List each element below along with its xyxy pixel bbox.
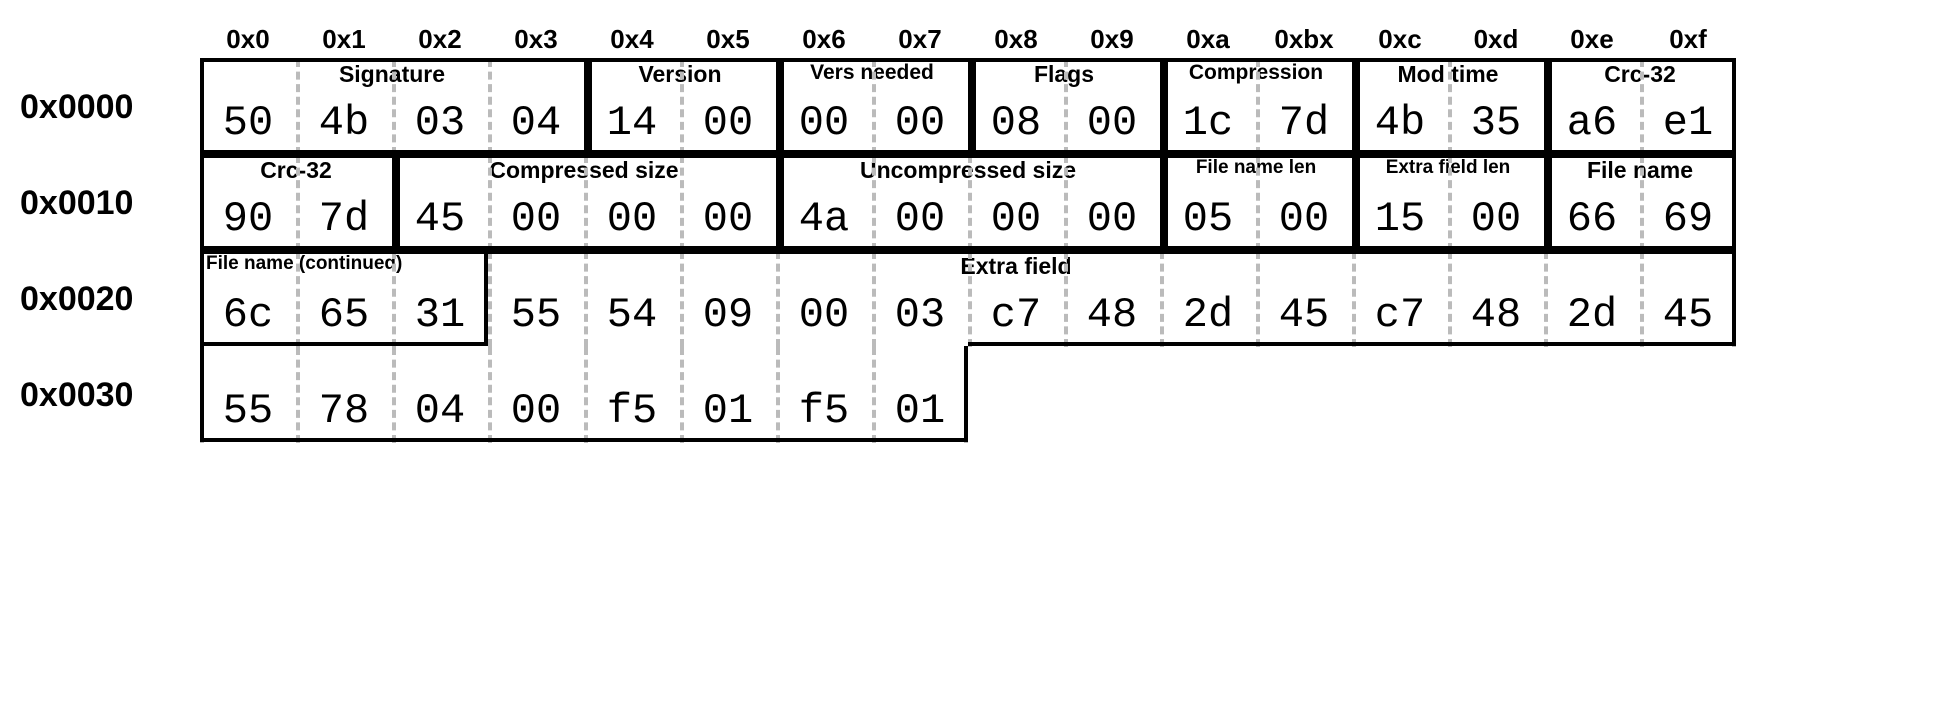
hex-byte: 55 (200, 347, 296, 443)
column-headers: 0x00x10x20x30x40x50x60x70x80x90xa0xbx0xc… (200, 20, 1914, 59)
hex-dump-diagram: 0x00x10x20x30x40x50x60x70x80x90xa0xbx0xc… (20, 20, 1914, 443)
hex-row-2: 0x0020File name (continued)Extra field6c… (20, 251, 1914, 347)
hex-byte: 00 (872, 59, 968, 155)
hex-byte: f5 (776, 347, 872, 443)
col-header-2: 0x2 (392, 20, 488, 59)
hex-byte: 4b (296, 59, 392, 155)
col-header-3: 0x3 (488, 20, 584, 59)
hex-byte: e1 (1640, 59, 1736, 155)
hex-byte: 50 (200, 59, 296, 155)
hex-byte: 00 (1064, 155, 1160, 251)
hex-byte: 01 (872, 347, 968, 443)
hex-byte: 09 (680, 251, 776, 347)
hex-byte: 55 (488, 251, 584, 347)
col-header-5: 0x5 (680, 20, 776, 59)
hex-byte: 00 (680, 59, 776, 155)
hex-byte: 54 (584, 251, 680, 347)
hex-byte: c7 (1352, 251, 1448, 347)
hex-byte: f5 (584, 347, 680, 443)
hex-byte: 14 (584, 59, 680, 155)
hex-byte: 35 (1448, 59, 1544, 155)
row-offset-label: 0x0010 (20, 155, 200, 251)
hex-byte: 31 (392, 251, 488, 347)
hex-byte: 48 (1064, 251, 1160, 347)
hex-byte: 7d (1256, 59, 1352, 155)
hex-byte: 45 (392, 155, 488, 251)
hex-byte: 00 (776, 251, 872, 347)
col-header-9: 0x9 (1064, 20, 1160, 59)
hex-byte: 03 (392, 59, 488, 155)
col-header-7: 0x7 (872, 20, 968, 59)
cells-container: Crc-32Compressed sizeUncompressed sizeFi… (200, 155, 1736, 251)
col-header-8: 0x8 (968, 20, 1064, 59)
col-header-4: 0x4 (584, 20, 680, 59)
hex-byte: 03 (872, 251, 968, 347)
col-header-11: 0xbx (1256, 20, 1352, 59)
hex-byte: 00 (776, 59, 872, 155)
col-header-0: 0x0 (200, 20, 296, 59)
hex-byte: 1c (1160, 59, 1256, 155)
col-header-12: 0xc (1352, 20, 1448, 59)
hex-byte: 00 (680, 155, 776, 251)
row-offset-label: 0x0030 (20, 347, 200, 443)
hex-byte: 00 (968, 155, 1064, 251)
hex-byte: 00 (584, 155, 680, 251)
hex-byte: 45 (1640, 251, 1736, 347)
col-header-1: 0x1 (296, 20, 392, 59)
hex-byte: 90 (200, 155, 296, 251)
hex-byte: 04 (392, 347, 488, 443)
hex-byte: 78 (296, 347, 392, 443)
hex-byte: c7 (968, 251, 1064, 347)
hex-byte: 45 (1256, 251, 1352, 347)
hex-byte: 65 (296, 251, 392, 347)
hex-byte: 2d (1160, 251, 1256, 347)
hex-byte: 48 (1448, 251, 1544, 347)
hex-byte: 7d (296, 155, 392, 251)
hex-byte: 04 (488, 59, 584, 155)
col-header-10: 0xa (1160, 20, 1256, 59)
hex-byte: 2d (1544, 251, 1640, 347)
hex-byte: 00 (1448, 155, 1544, 251)
cells-container: File name (continued)Extra field6c653155… (200, 251, 1736, 347)
col-header-15: 0xf (1640, 20, 1736, 59)
hex-byte: 69 (1640, 155, 1736, 251)
hex-byte: 66 (1544, 155, 1640, 251)
hex-byte: 4b (1352, 59, 1448, 155)
hex-byte: 00 (872, 155, 968, 251)
col-header-13: 0xd (1448, 20, 1544, 59)
hex-byte: 01 (680, 347, 776, 443)
cells-container: SignatureVersionVers neededFlagsCompress… (200, 59, 1736, 155)
hex-byte: 00 (1256, 155, 1352, 251)
row-offset-label: 0x0020 (20, 251, 200, 347)
hex-row-0: 0x0000SignatureVersionVers neededFlagsCo… (20, 59, 1914, 155)
hex-row-3: 0x003055780400f501f501 (20, 347, 1914, 443)
hex-byte: 00 (488, 155, 584, 251)
hex-byte: 6c (200, 251, 296, 347)
hex-byte: 4a (776, 155, 872, 251)
col-header-14: 0xe (1544, 20, 1640, 59)
hex-byte: a6 (1544, 59, 1640, 155)
hex-byte: 15 (1352, 155, 1448, 251)
hex-byte: 05 (1160, 155, 1256, 251)
hex-byte: 08 (968, 59, 1064, 155)
hex-byte: 00 (488, 347, 584, 443)
col-header-6: 0x6 (776, 20, 872, 59)
hex-byte: 00 (1064, 59, 1160, 155)
row-offset-label: 0x0000 (20, 59, 200, 155)
cells-container: 55780400f501f501 (200, 347, 968, 443)
hex-row-1: 0x0010Crc-32Compressed sizeUncompressed … (20, 155, 1914, 251)
